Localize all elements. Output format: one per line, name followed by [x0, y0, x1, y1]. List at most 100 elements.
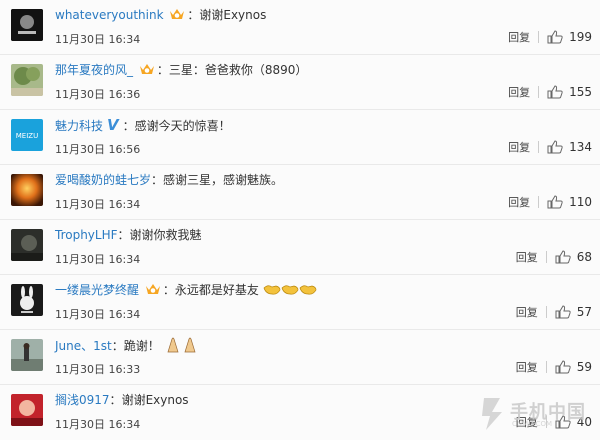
avatar[interactable]: [11, 9, 43, 41]
like-count: 134: [569, 140, 592, 154]
watermark-subtitle: CNMO.COM: [512, 420, 553, 428]
comment-actions: 回复 68: [516, 249, 592, 265]
username-link[interactable]: 那年夏夜的风_: [55, 63, 133, 77]
divider: [538, 31, 540, 43]
comment-text: 谢谢Exynos: [121, 393, 189, 407]
avatar[interactable]: [11, 229, 43, 261]
separator: ：: [109, 393, 122, 407]
username-link[interactable]: 搁浅0917: [55, 393, 110, 407]
comment-row: MEIZU 魅力科技 V ：感谢今天的惊喜！ 11月30日 16:56 回复 134: [0, 110, 600, 165]
vip-crown-icon[interactable]: [169, 7, 185, 21]
comment-actions: 回复 155: [508, 84, 592, 100]
comment-actions: 回复 57: [516, 304, 592, 320]
avatar[interactable]: [11, 64, 43, 96]
like-count: 68: [576, 250, 592, 264]
timestamp: 11月30日 16:34: [55, 308, 141, 321]
comment-line: 那年夏夜的风_ ：三星：爸爸救你（8890）: [55, 61, 307, 79]
comment-actions: 回复 110: [508, 194, 592, 210]
separator: ：: [187, 8, 200, 22]
avatar-image: [11, 64, 43, 96]
comment-row: whateveryouthink ：谢谢Exynos 11月30日 16:34 …: [0, 0, 600, 55]
separator: ：: [122, 119, 135, 133]
comment-line: 搁浅0917：谢谢Exynos: [55, 391, 189, 409]
reply-button[interactable]: 回复: [516, 249, 538, 265]
like-thumb-icon[interactable]: [555, 360, 571, 374]
timestamp: 11月30日 16:36: [55, 88, 141, 101]
comment-line: 魅力科技 V ：感谢今天的惊喜！: [55, 116, 231, 135]
timestamp: 11月30日 16:33: [55, 363, 141, 376]
divider: [545, 251, 547, 263]
timestamp: 11月30日 16:56: [55, 143, 141, 156]
avatar[interactable]: [11, 284, 43, 316]
separator: ：: [111, 339, 124, 353]
comment-actions: 回复 59: [516, 359, 592, 375]
avatar-image: [11, 174, 43, 206]
reply-button[interactable]: 回复: [516, 359, 538, 375]
comment-row: TrophyLHF：谢谢你救我魅 11月30日 16:34 回复 68: [0, 220, 600, 275]
reply-button[interactable]: 回复: [508, 194, 530, 210]
avatar-image: [11, 9, 43, 41]
like-thumb-icon[interactable]: [555, 250, 571, 264]
separator: ：: [151, 173, 164, 187]
like-count: 155: [569, 85, 592, 99]
comment-actions: 回复 199: [508, 29, 592, 45]
username-link[interactable]: whateveryouthink: [55, 8, 164, 22]
avatar-image: MEIZU: [11, 119, 43, 151]
comment-row: 那年夏夜的风_ ：三星：爸爸救你（8890） 11月30日 16:36 回复 15…: [0, 55, 600, 110]
like-thumb-icon[interactable]: [547, 195, 563, 209]
like-count: 199: [569, 30, 592, 44]
svg-text:MEIZU: MEIZU: [16, 132, 38, 140]
comment-text: 三星：爸爸救你（8890）: [168, 63, 308, 77]
timestamp: 11月30日 16:34: [55, 253, 141, 266]
username-link[interactable]: 爱喝酸奶的蛙七岁: [55, 173, 151, 187]
username-link[interactable]: TrophyLHF: [55, 228, 118, 242]
separator: ：: [156, 63, 169, 77]
separator: ：: [117, 228, 130, 242]
watermark: 手机中国 CNMO.COM: [478, 394, 594, 434]
comment-text: 谢谢Exynos: [199, 8, 267, 22]
comment-text: 跪谢！: [123, 339, 160, 353]
comment-line: TrophyLHF：谢谢你救我魅: [55, 226, 202, 244]
avatar-image: [11, 229, 43, 261]
like-thumb-icon[interactable]: [547, 140, 563, 154]
reply-button[interactable]: 回复: [508, 139, 530, 155]
verified-v-icon[interactable]: V: [107, 116, 119, 134]
divider: [538, 141, 540, 153]
comment-text: 永远都是好基友: [174, 283, 259, 297]
like-count: 110: [569, 195, 592, 209]
like-thumb-icon[interactable]: [547, 30, 563, 44]
comment-line: whateveryouthink ：谢谢Exynos: [55, 6, 266, 24]
separator: ：: [162, 283, 175, 297]
avatar[interactable]: [11, 174, 43, 206]
praying-hands-emoji-icon: [167, 337, 196, 353]
username-link[interactable]: 一缕晨光梦终醒: [55, 283, 139, 297]
divider: [538, 86, 540, 98]
like-thumb-icon[interactable]: [547, 85, 563, 99]
comment-text: 感谢三星，感谢魅族。: [163, 173, 284, 187]
comment-line: June、1st：跪谢！: [55, 336, 200, 355]
reply-button[interactable]: 回复: [508, 29, 530, 45]
divider: [545, 306, 547, 318]
timestamp: 11月30日 16:34: [55, 418, 141, 431]
comment-row: 爱喝酸奶的蛙七岁：感谢三星，感谢魅族。 11月30日 16:34 回复 110: [0, 165, 600, 220]
comment-line: 爱喝酸奶的蛙七岁：感谢三星，感谢魅族。: [55, 171, 283, 189]
avatar[interactable]: MEIZU: [11, 119, 43, 151]
like-thumb-icon[interactable]: [555, 305, 571, 319]
vip-crown-icon[interactable]: [139, 62, 155, 76]
like-count: 59: [576, 360, 592, 374]
reply-button[interactable]: 回复: [508, 84, 530, 100]
comment-row: 一缕晨光梦终醒 ：永远都是好基友 11月30日 16:34 回复 57: [0, 275, 600, 330]
avatar[interactable]: [11, 394, 43, 426]
username-link[interactable]: June、1st: [55, 339, 112, 353]
comment-actions: 回复 134: [508, 139, 592, 155]
comment-row: June、1st：跪谢！ 11月30日 16:33 回复 59: [0, 330, 600, 385]
comment-text: 谢谢你救我魅: [129, 228, 202, 242]
vip-crown-icon[interactable]: [145, 282, 161, 296]
username-link[interactable]: 魅力科技: [55, 119, 103, 133]
avatar[interactable]: [11, 339, 43, 371]
comment-text: 感谢今天的惊喜！: [134, 119, 231, 133]
reply-button[interactable]: 回复: [516, 304, 538, 320]
watermark-logo-icon: [482, 398, 502, 430]
timestamp: 11月30日 16:34: [55, 198, 141, 211]
handshake-emoji-icon: [263, 285, 317, 295]
